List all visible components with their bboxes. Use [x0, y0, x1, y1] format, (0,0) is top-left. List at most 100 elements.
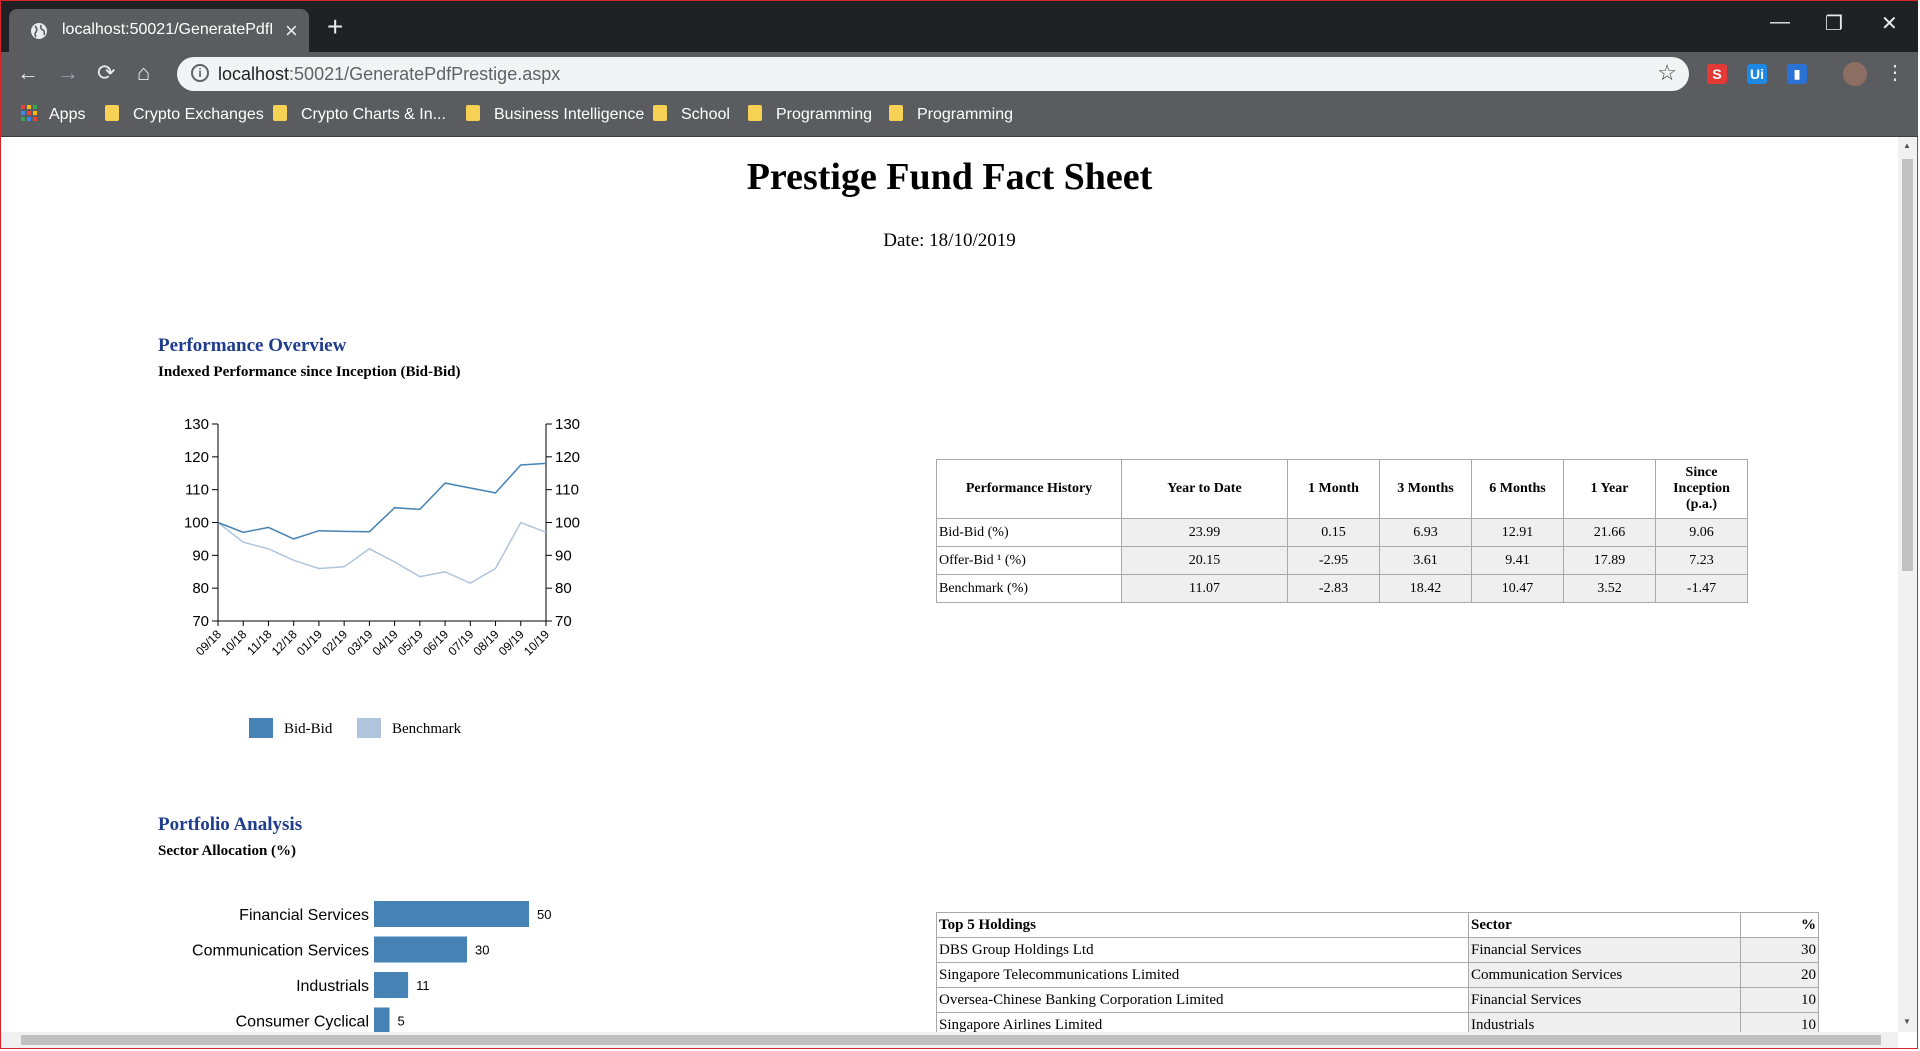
table-cell: 6.93	[1379, 518, 1472, 547]
y-tick-label-left: 100	[184, 515, 209, 532]
browser-toolbar: ← → ⟳ ⌂ i localhost:50021/GeneratePdfPre…	[1, 52, 1918, 96]
bar	[374, 1007, 390, 1032]
table-cell: 17.89	[1563, 546, 1656, 575]
y-tick-label-left: 120	[184, 449, 209, 466]
new-tab-icon[interactable]: +	[327, 11, 343, 43]
extension-s-icon[interactable]: S	[1707, 64, 1727, 84]
bar	[374, 972, 409, 998]
bar-value-label: 5	[398, 1014, 405, 1029]
y-tick-label-right: 120	[555, 449, 580, 466]
scrollbar-thumb[interactable]	[1902, 159, 1913, 571]
scroll-up-icon[interactable]: ▲	[1903, 141, 1911, 150]
column-header: Top 5 Holdings	[936, 912, 1469, 938]
y-tick-label-right: 130	[555, 416, 580, 433]
extension-book-icon[interactable]: ▮	[1787, 64, 1807, 84]
info-icon[interactable]: i	[191, 64, 209, 82]
bookmark-programming-2[interactable]: Programming	[889, 105, 1013, 124]
extension-ui-icon[interactable]: Ui	[1747, 64, 1767, 84]
performance-heading: Performance Overview	[158, 335, 347, 356]
reload-icon[interactable]: ⟳	[97, 60, 115, 86]
column-header: 1 Month	[1287, 459, 1380, 519]
bookmark-crypto-exchanges[interactable]: Crypto Exchanges	[105, 105, 264, 124]
address-bar[interactable]: i localhost:50021/GeneratePdfPrestige.as…	[177, 57, 1689, 91]
y-tick-label-left: 90	[192, 547, 209, 564]
browser-tab[interactable]: localhost:50021/GeneratePdfPres ×	[9, 9, 309, 52]
portfolio-subheading: Sector Allocation (%)	[158, 843, 297, 859]
bookmark-star-icon[interactable]: ☆	[1657, 60, 1677, 86]
avatar[interactable]	[1843, 62, 1867, 86]
legend-bid-bid: Bid-Bid	[249, 718, 332, 738]
minimize-icon[interactable]: —	[1770, 11, 1790, 34]
x-tick-label: 03/19	[344, 627, 375, 658]
legend-swatch	[357, 718, 381, 738]
table-row: Oversea-Chinese Banking Corporation Limi…	[936, 987, 1819, 1013]
close-tab-icon[interactable]: ×	[285, 18, 298, 44]
scroll-down-icon[interactable]: ▼	[1903, 1017, 1911, 1026]
apps-icon	[21, 105, 37, 121]
bookmark-business-intelligence[interactable]: Business Intelligence	[466, 105, 644, 124]
bar-value-label: 11	[416, 978, 430, 993]
folder-icon	[653, 105, 667, 121]
legend-swatch	[249, 718, 273, 738]
holdings-table: Top 5 Holdings Sector % DBS Group Holdin…	[936, 912, 1819, 1032]
sector-bar-chart: Financial Services 50 Communication Servic…	[192, 901, 551, 1032]
table-cell: 21.66	[1563, 518, 1656, 547]
table-header-row: Top 5 Holdings Sector %	[936, 912, 1819, 938]
bookmark-school[interactable]: School	[653, 105, 730, 124]
row-label: Benchmark (%)	[936, 574, 1122, 603]
y-tick-label-left: 70	[192, 613, 209, 630]
page-content: Prestige Fund Fact Sheet Date: 18/10/201…	[1, 137, 1898, 1032]
bookmark-programming[interactable]: Programming	[748, 105, 872, 124]
table-cell: 18.42	[1379, 574, 1472, 603]
column-header: %	[1740, 912, 1819, 938]
portfolio-heading: Portfolio Analysis	[158, 814, 303, 835]
row-label: Offer-Bid ¹ (%)	[936, 546, 1122, 575]
table-cell: 11.07	[1121, 574, 1288, 603]
page-title: Prestige Fund Fact Sheet	[746, 156, 1153, 198]
bookmark-apps[interactable]: Apps	[21, 105, 85, 124]
report-date: Date: 18/10/2019	[883, 230, 1016, 251]
series-line-bid-bid	[217, 462, 547, 540]
holding-percent: 20	[1740, 962, 1819, 988]
performance-subheading: Indexed Performance since Inception (Bid…	[158, 364, 461, 380]
bar-category-label: Consumer Cyclical	[236, 1014, 369, 1031]
table-cell: 10.47	[1471, 574, 1564, 603]
table-row: Benchmark (%) 11.07 -2.83 18.42 10.47 3.…	[936, 574, 1748, 603]
x-tick-label: 02/19	[319, 627, 350, 658]
vertical-scrollbar[interactable]: ▲ ▼	[1898, 137, 1917, 1032]
x-tick-label: 04/19	[370, 627, 401, 658]
folder-icon	[466, 105, 480, 121]
bar-category-label: Communication Services	[192, 943, 369, 960]
home-icon[interactable]: ⌂	[137, 60, 150, 86]
table-cell: 9.41	[1471, 546, 1564, 575]
table-cell: 23.99	[1121, 518, 1288, 547]
horizontal-scrollbar[interactable]	[1, 1032, 1898, 1048]
table-cell: -2.83	[1287, 574, 1380, 603]
bar	[374, 901, 529, 927]
back-icon[interactable]: ←	[17, 60, 39, 86]
bookmark-crypto-charts[interactable]: Crypto Charts & In...	[273, 105, 446, 124]
performance-line-chart: 70 70 80 80 90 90 100 100 110 110 120 120 130 130 09/1…	[184, 416, 580, 658]
bookmarks-bar: Apps Crypto Exchanges Crypto Charts & In…	[1, 96, 1918, 137]
y-tick-label-right: 110	[555, 482, 579, 499]
scrollbar-thumb[interactable]	[21, 1035, 1881, 1045]
holding-sector: Financial Services	[1468, 987, 1741, 1013]
y-tick-label-right: 80	[555, 580, 572, 597]
series-line-benchmark	[217, 521, 547, 585]
globe-icon	[31, 23, 47, 39]
table-row: Singapore Airlines Limited Industrials 1…	[936, 1012, 1819, 1032]
x-tick-label: 11/18	[244, 627, 275, 658]
y-tick-label-right: 70	[555, 613, 572, 630]
forward-icon[interactable]: →	[57, 60, 79, 86]
close-window-icon[interactable]: ✕	[1881, 11, 1898, 36]
x-tick-label: 07/19	[445, 627, 476, 658]
url-text: localhost:50021/GeneratePdfPrestige.aspx	[218, 64, 561, 84]
bar-category-label: Industrials	[296, 978, 369, 995]
restore-icon[interactable]: ❐	[1825, 11, 1843, 36]
table-row: Offer-Bid ¹ (%) 20.15 -2.95 3.61 9.41 17…	[936, 546, 1748, 575]
column-header: 6 Months	[1471, 459, 1564, 519]
folder-icon	[105, 105, 119, 121]
menu-icon[interactable]: ⋮	[1885, 60, 1905, 85]
column-header: Since Inception (p.a.)	[1655, 459, 1748, 519]
holding-name: Oversea-Chinese Banking Corporation Limi…	[936, 987, 1469, 1013]
